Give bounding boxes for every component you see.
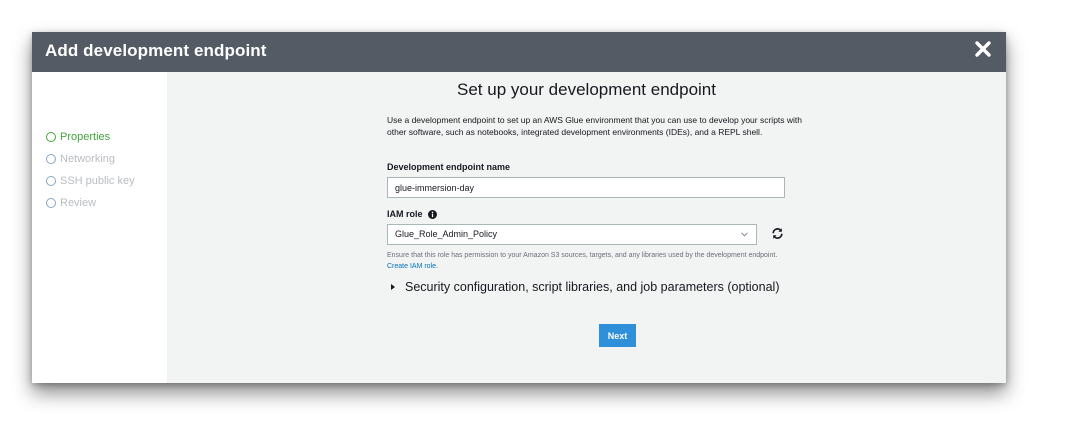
step-label: SSH public key [60, 175, 135, 187]
endpoint-name-input[interactable] [387, 177, 785, 198]
circle-icon [46, 176, 56, 186]
step-label: Properties [60, 131, 111, 143]
next-button[interactable]: Next [599, 324, 636, 347]
step-label: Review [60, 197, 97, 209]
info-icon[interactable] [427, 209, 437, 219]
chevron-down-icon [741, 232, 748, 237]
dialog-header: Add development endpoint [32, 32, 1006, 72]
step-label: Networking [60, 153, 116, 165]
circle-icon [46, 198, 56, 208]
endpoint-name-label: Development endpoint name [387, 162, 510, 172]
iam-role-label: IAM role [387, 209, 437, 219]
dialog-title: Add development endpoint [45, 41, 267, 60]
step-properties[interactable]: Properties [46, 130, 110, 144]
iam-role-select[interactable]: Glue_Role_Admin_Policy [387, 224, 757, 245]
step-ssh-public-key[interactable]: SSH public key [46, 174, 135, 188]
wizard-steps-sidebar: Properties Networking SSH public key Rev… [32, 72, 167, 383]
iam-role-selected-value: Glue_Role_Admin_Policy [395, 229, 498, 239]
advanced-options-expander[interactable]: Security configuration, script libraries… [387, 280, 779, 294]
iam-role-label-text: IAM role [387, 209, 423, 219]
expander-label: Security configuration, script libraries… [405, 280, 780, 294]
add-endpoint-dialog: Add development endpoint Properties Netw… [32, 32, 1006, 383]
circle-icon [46, 154, 56, 164]
page-heading: Set up your development endpoint [457, 80, 716, 99]
circle-icon [46, 132, 56, 142]
main-content: Set up your development endpoint Use a d… [167, 72, 1006, 383]
step-networking[interactable]: Networking [46, 152, 115, 166]
step-review[interactable]: Review [46, 196, 96, 210]
iam-help-text: Ensure that this role has permission to … [387, 252, 778, 259]
iam-role-help-text: Ensure that this role has permission to … [387, 250, 787, 272]
description-text: Use a development endpoint to set up an … [387, 115, 803, 137]
close-icon[interactable] [974, 40, 992, 58]
endpoint-name-label-text: Development endpoint name [387, 162, 511, 172]
refresh-icon[interactable] [771, 227, 784, 240]
create-iam-role-link[interactable]: Create IAM role. [387, 263, 438, 270]
caret-right-icon [391, 284, 395, 290]
